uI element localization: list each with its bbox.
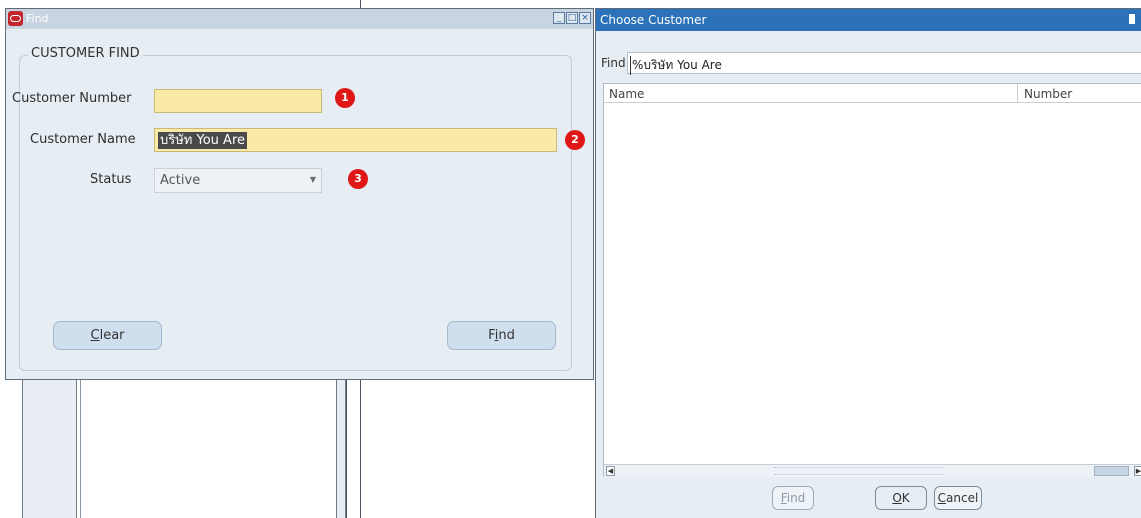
ok-mnemonic: O xyxy=(892,491,902,505)
status-select-value: Active xyxy=(160,173,201,188)
window-controls: _ □ × xyxy=(553,12,591,24)
choose-customer-window: Choose Customer Find %บริษัท You Are Nam… xyxy=(595,8,1141,518)
find-window: Find _ □ × CUSTOMER FIND Customer Number… xyxy=(5,8,594,380)
find-input-value: %บริษัท You Are xyxy=(630,56,722,75)
find-button[interactable]: Find xyxy=(447,321,556,350)
background-panel-left xyxy=(22,370,77,518)
find-label: Find xyxy=(601,56,626,70)
step-badge-2: 2 xyxy=(565,130,585,150)
choose-find-label: ind xyxy=(786,491,806,505)
step-badge-3: 3 xyxy=(348,169,368,189)
column-header-number[interactable]: Number xyxy=(1024,87,1072,101)
clear-button[interactable]: Clear xyxy=(53,321,162,350)
background-panel-center xyxy=(80,370,335,518)
ok-button[interactable]: OK xyxy=(875,486,927,510)
oracle-logo-icon xyxy=(8,11,23,26)
scroll-right-icon[interactable]: ▶ xyxy=(1134,466,1141,476)
scrollbar-track-segment[interactable] xyxy=(1094,466,1129,476)
maximize-icon[interactable]: □ xyxy=(566,12,578,24)
find-window-title: Find xyxy=(26,12,49,25)
customer-name-selected-text: บริษัท You Are xyxy=(158,132,247,149)
step-badge-1: 1 xyxy=(335,88,355,108)
scrollbar-thumb[interactable] xyxy=(774,467,944,475)
status-label: Status xyxy=(90,172,132,187)
find-button-label: nd xyxy=(498,328,515,343)
clear-button-mnemonic: C xyxy=(90,328,100,343)
group-title: CUSTOMER FIND xyxy=(28,46,143,61)
find-input[interactable]: %บริษัท You Are xyxy=(627,52,1141,75)
status-select[interactable]: Active ▼ xyxy=(154,168,322,193)
column-header-name[interactable]: Name xyxy=(609,87,644,101)
customer-name-field[interactable]: บริษัท You Are xyxy=(154,128,557,152)
table-header: Name Number xyxy=(604,84,1141,103)
find-window-titlebar[interactable]: Find _ □ × xyxy=(6,9,593,29)
customer-results-table[interactable]: Name Number xyxy=(603,83,1141,477)
column-divider[interactable] xyxy=(1017,84,1018,103)
scroll-left-icon[interactable]: ◀ xyxy=(606,466,615,476)
ok-label: K xyxy=(901,491,910,505)
window-control-icon[interactable] xyxy=(1129,14,1135,24)
minimize-icon[interactable]: _ xyxy=(553,12,565,24)
clear-button-label: lear xyxy=(99,328,125,343)
background-divider-2 xyxy=(346,370,347,518)
choose-find-button[interactable]: Find xyxy=(772,486,814,510)
chevron-down-icon: ▼ xyxy=(309,175,316,184)
customer-number-label: Customer Number xyxy=(12,91,132,106)
horizontal-scrollbar[interactable]: ◀ ▶ xyxy=(604,464,1141,477)
cancel-mnemonic: C xyxy=(937,491,947,505)
choose-customer-title: Choose Customer xyxy=(600,13,707,27)
cancel-label: ancel xyxy=(946,491,979,505)
choose-customer-titlebar[interactable]: Choose Customer xyxy=(596,9,1141,31)
customer-number-field[interactable] xyxy=(154,89,322,113)
background-panel-splitter xyxy=(336,370,346,518)
cancel-button[interactable]: Cancel xyxy=(934,486,982,510)
customer-name-label: Customer Name xyxy=(30,132,136,147)
close-icon[interactable]: × xyxy=(579,12,591,24)
